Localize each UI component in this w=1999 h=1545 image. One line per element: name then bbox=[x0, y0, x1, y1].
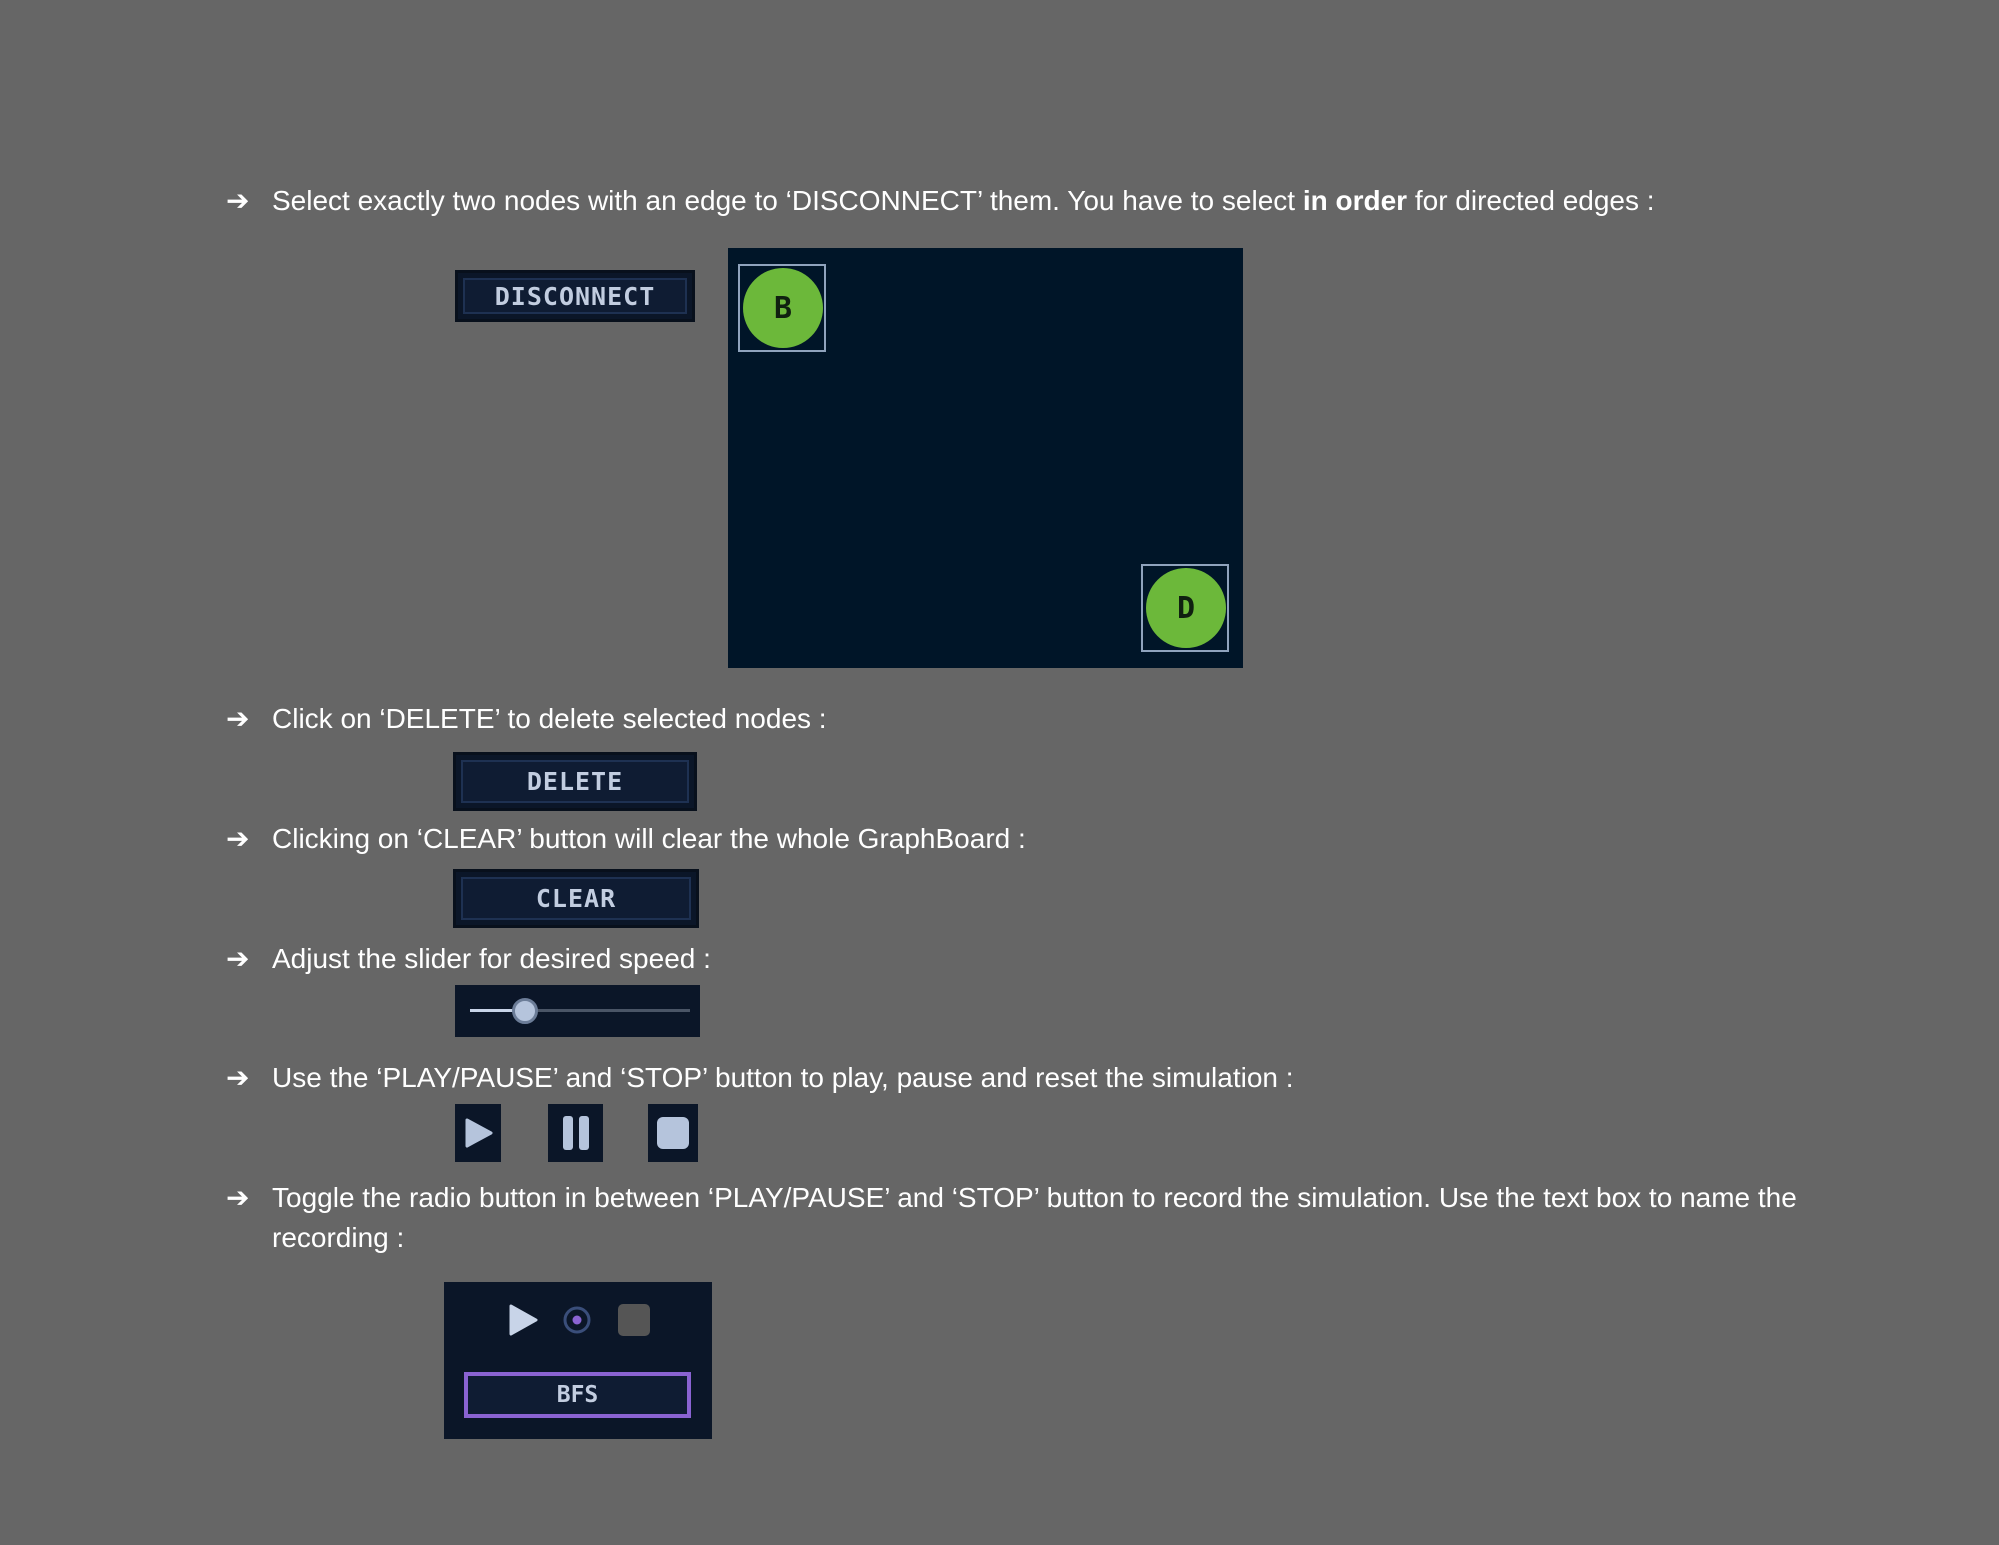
instruction-record: ➔ Toggle the radio button in between ‘PL… bbox=[226, 1178, 1872, 1258]
disconnect-button[interactable]: DISCONNECT bbox=[455, 270, 695, 322]
stop-icon[interactable] bbox=[616, 1302, 652, 1338]
graph-node-b[interactable]: B bbox=[743, 268, 823, 348]
arrow-icon: ➔ bbox=[226, 703, 250, 734]
instruction-text: Toggle the radio button in between ‘PLAY… bbox=[272, 1182, 1797, 1253]
node-selection-box[interactable]: D bbox=[1141, 564, 1229, 652]
disconnect-button-label: DISCONNECT bbox=[463, 278, 687, 314]
record-radio-icon[interactable] bbox=[562, 1305, 592, 1335]
speed-slider[interactable] bbox=[455, 985, 700, 1037]
graph-board[interactable]: B D bbox=[728, 248, 1243, 668]
slider-thumb[interactable] bbox=[512, 998, 538, 1024]
play-icon[interactable] bbox=[506, 1302, 540, 1338]
play-button[interactable] bbox=[455, 1104, 501, 1162]
instruction-slider: ➔ Adjust the slider for desired speed : bbox=[226, 939, 711, 979]
clear-button[interactable]: CLEAR bbox=[453, 869, 699, 928]
instruction-text: Adjust the slider for desired speed : bbox=[272, 943, 711, 974]
graph-node-d[interactable]: D bbox=[1146, 568, 1226, 648]
instruction-clear: ➔ Clicking on ‘CLEAR’ button will clear … bbox=[226, 819, 1026, 859]
delete-button-label: DELETE bbox=[461, 760, 689, 803]
arrow-icon: ➔ bbox=[226, 823, 250, 854]
pause-icon bbox=[562, 1116, 589, 1150]
stop-button[interactable] bbox=[648, 1104, 698, 1162]
arrow-icon: ➔ bbox=[226, 1182, 250, 1213]
clear-button-label: CLEAR bbox=[461, 877, 691, 920]
instruction-text: Select exactly two nodes with an edge to… bbox=[272, 185, 1303, 216]
instruction-delete: ➔ Click on ‘DELETE’ to delete selected n… bbox=[226, 699, 827, 739]
arrow-icon: ➔ bbox=[226, 1062, 250, 1093]
pause-button[interactable] bbox=[548, 1104, 603, 1162]
recorder-panel: BFS bbox=[444, 1282, 712, 1439]
stop-icon bbox=[657, 1117, 689, 1149]
recording-name-input[interactable]: BFS bbox=[464, 1372, 691, 1418]
arrow-icon: ➔ bbox=[226, 943, 250, 974]
instruction-text: Use the ‘PLAY/PAUSE’ and ‘STOP’ button t… bbox=[272, 1062, 1294, 1093]
instruction-bold: in order bbox=[1302, 185, 1408, 216]
instruction-text: Click on ‘DELETE’ to delete selected nod… bbox=[272, 703, 827, 734]
instruction-disconnect: ➔ Select exactly two nodes with an edge … bbox=[226, 181, 1655, 221]
arrow-icon: ➔ bbox=[226, 185, 250, 216]
instruction-text: for directed edges : bbox=[1407, 185, 1655, 216]
delete-button[interactable]: DELETE bbox=[453, 752, 697, 811]
instruction-playback: ➔ Use the ‘PLAY/PAUSE’ and ‘STOP’ button… bbox=[226, 1058, 1294, 1098]
node-selection-box[interactable]: B bbox=[738, 264, 826, 352]
play-icon bbox=[465, 1118, 493, 1148]
instruction-text: Clicking on ‘CLEAR’ button will clear th… bbox=[272, 823, 1026, 854]
